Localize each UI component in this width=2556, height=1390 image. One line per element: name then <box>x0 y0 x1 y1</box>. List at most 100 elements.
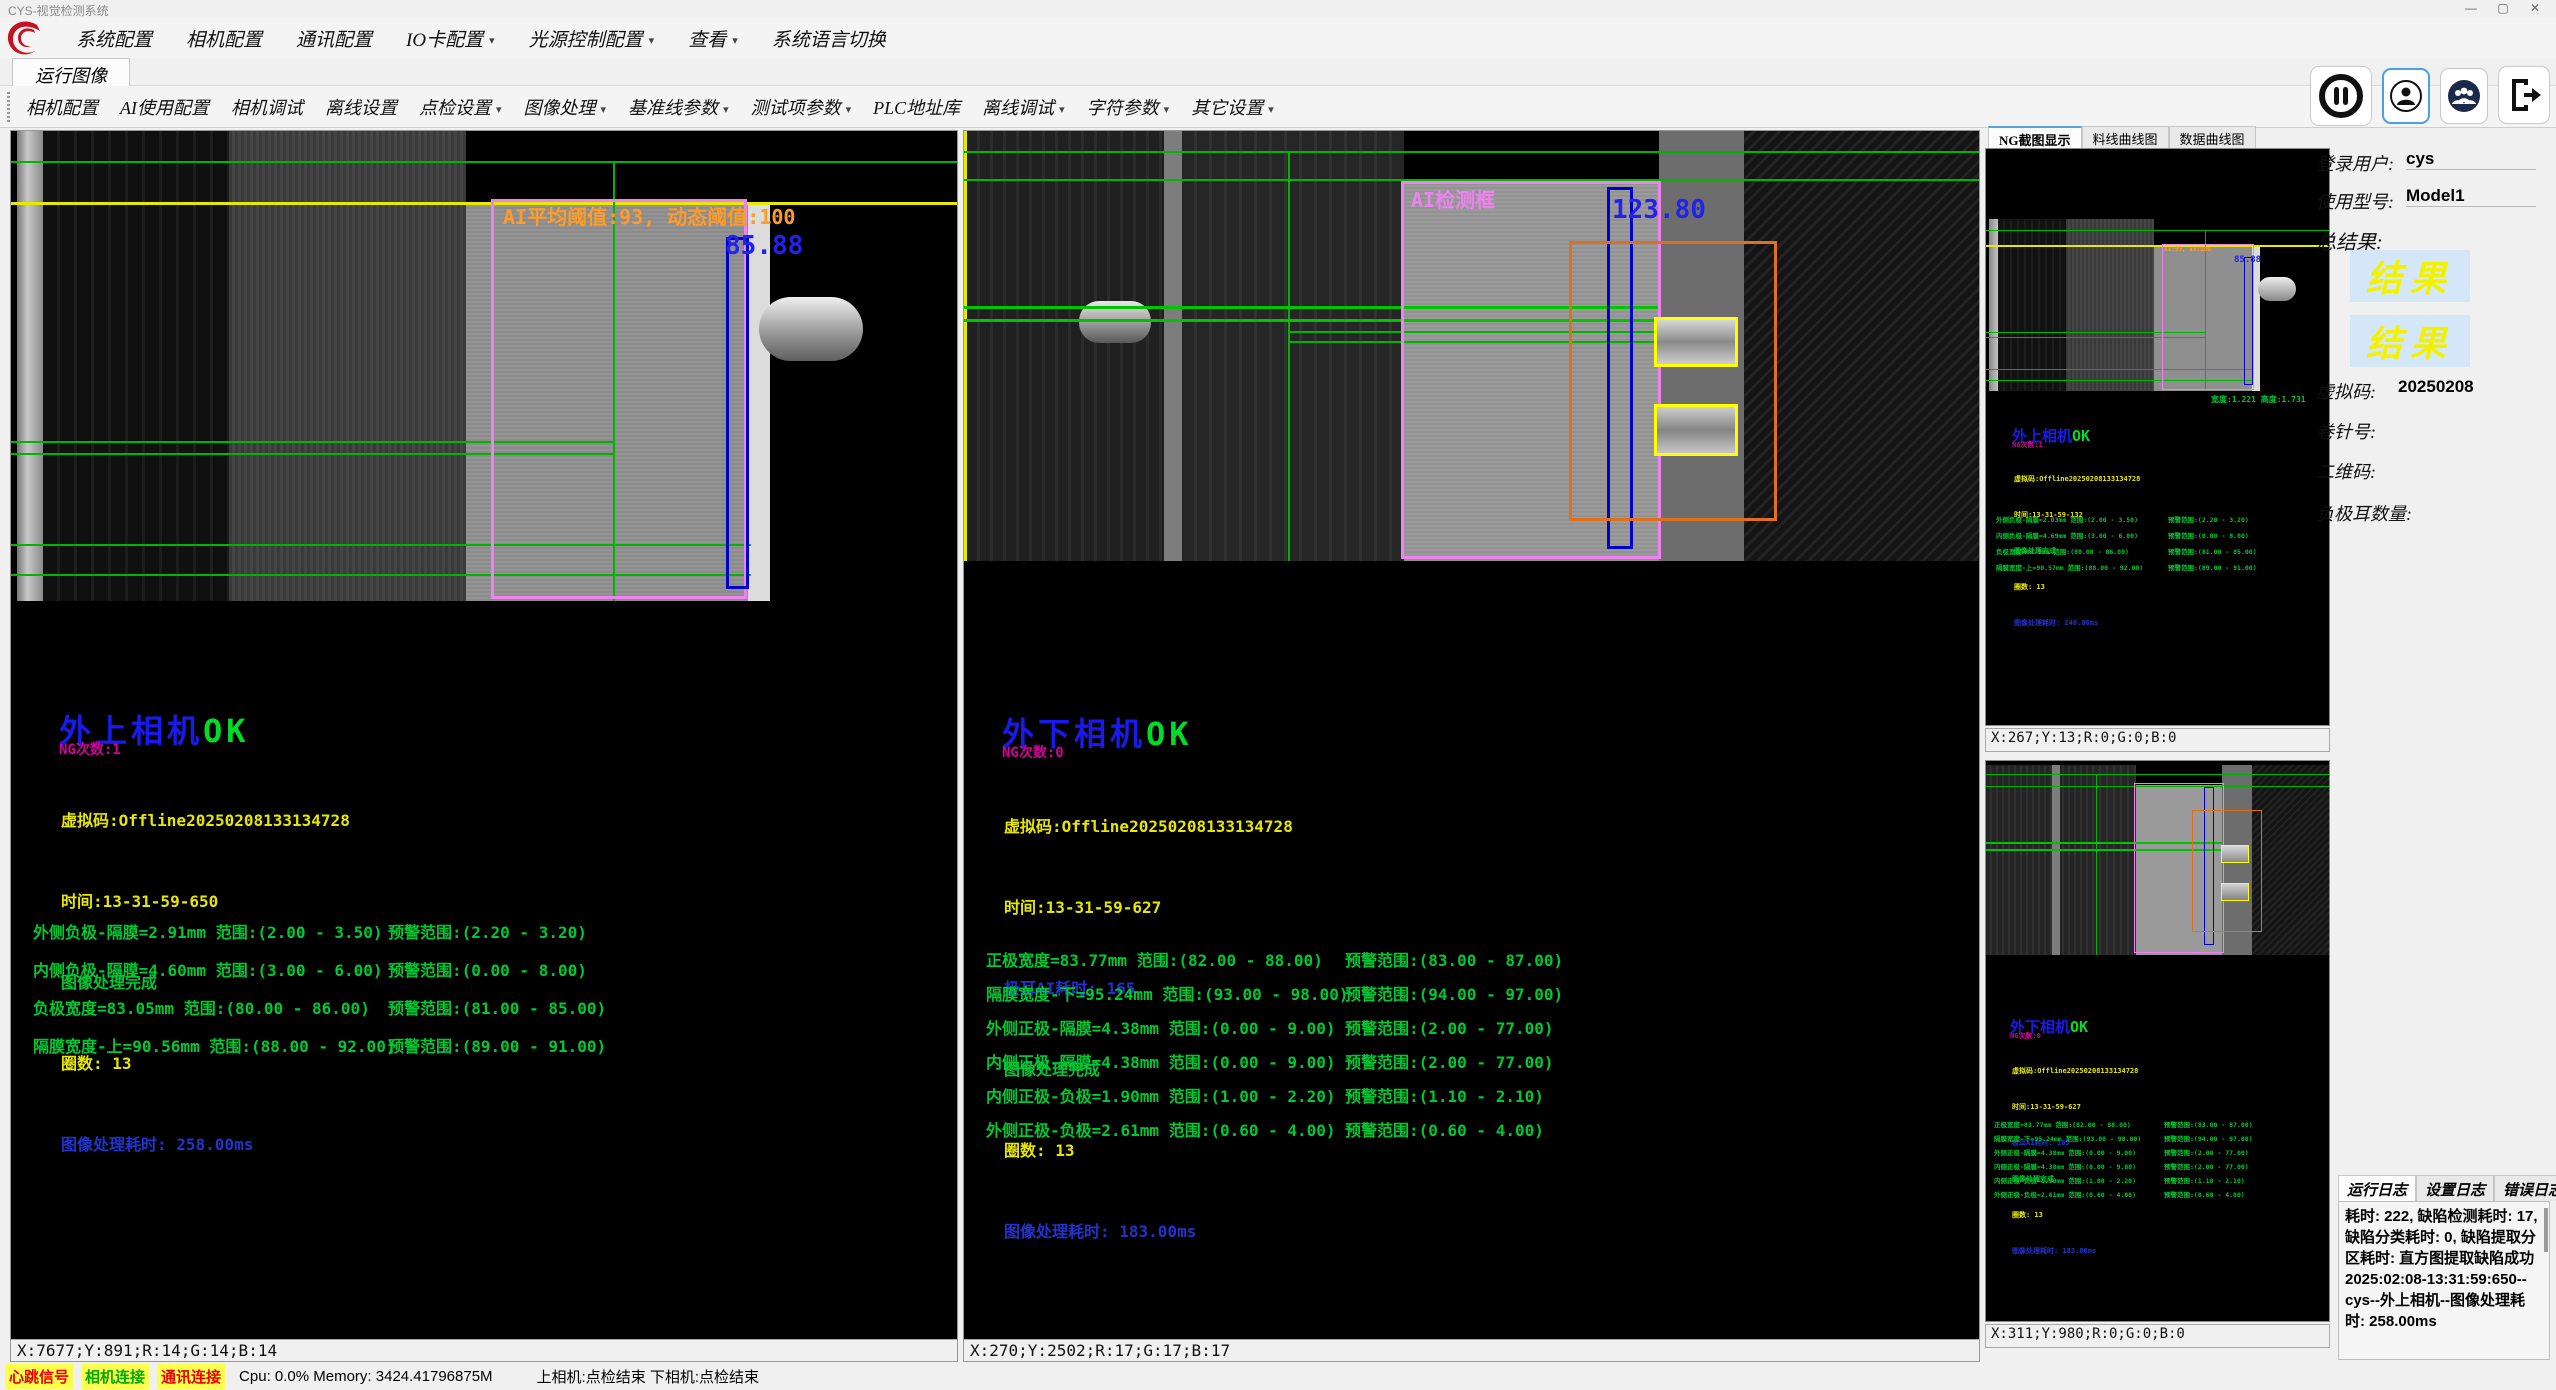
tool-ai-usage-config[interactable]: AI使用配置 <box>120 94 209 120</box>
cpu-memory-status: Cpu: 0.0% Memory: 3424.41796875M <box>239 1368 492 1385</box>
tool-baseline-params[interactable]: 基准线参数 <box>628 94 729 120</box>
tool-test-item-params[interactable]: 测试项参数 <box>751 94 852 120</box>
heartbeat-status-badge: 心跳信号 <box>5 1364 73 1389</box>
tool-char-params[interactable]: 字符参数 <box>1087 94 1170 120</box>
window-title: CYS-视觉检测系统 <box>8 2 109 19</box>
toolbar-grip[interactable] <box>7 92 10 122</box>
chevron-down-icon <box>496 97 502 118</box>
mini-size-text: 宽度:1.221 高度:1.731 <box>2211 394 2306 405</box>
image-region <box>1164 131 1182 561</box>
tab-run-log[interactable]: 运行日志 <box>2338 1175 2416 1201</box>
chevron-down-icon <box>732 28 738 50</box>
mini-overlay-shape <box>2094 765 2136 955</box>
chevron-down-icon <box>601 97 607 118</box>
menu-io-card-config[interactable]: IO卡配置 <box>406 25 495 52</box>
log-tabs: 运行日志 设置日志 错误日志 <box>2338 1175 2556 1201</box>
spot-check-status: 上相机:点检结束 下相机:点检结束 <box>537 1366 760 1387</box>
tool-camera-config[interactable]: 相机配置 <box>26 94 98 120</box>
menu-view[interactable]: 查看 <box>688 25 738 52</box>
mini-overlay-shape <box>2192 810 2262 932</box>
run-log-panel[interactable]: 耗时: 222, 缺陷检测耗时: 17, 缺陷分类耗时: 0, 缺陷提取分区耗时… <box>2338 1201 2550 1360</box>
tool-image-processing[interactable]: 图像处理 <box>524 94 607 120</box>
model-field[interactable]: Model1 <box>2406 186 2536 207</box>
user-button[interactable] <box>2382 68 2430 124</box>
comm-connect-badge: 通讯连接 <box>157 1364 225 1389</box>
close-icon[interactable]: ✕ <box>2520 1 2550 15</box>
guide-line <box>964 151 1979 153</box>
image-region <box>967 131 1164 561</box>
camera2-measurements: 正极宽度=83.77mm 范围:(82.00 - 88.00)预警范围:(83.… <box>986 947 1946 1151</box>
mini-overlay-shape: 85.88 <box>2234 255 2261 265</box>
tool-camera-debug[interactable]: 相机调试 <box>231 94 303 120</box>
mini-overlay-shape <box>2244 257 2253 385</box>
mini-overlay-shape <box>2162 244 2254 390</box>
image-region <box>1744 131 1979 561</box>
tool-offline-debug[interactable]: 离线调试 <box>982 94 1065 120</box>
tool-other-settings[interactable]: 其它设置 <box>1191 94 1274 120</box>
pause-button[interactable] <box>2310 66 2372 126</box>
title-bar: CYS-视觉检测系统 — ▢ ✕ <box>0 0 2556 18</box>
tab-data-curve[interactable]: 数据曲线图 <box>2169 126 2256 148</box>
users-button[interactable] <box>2440 68 2488 124</box>
preview1-coord-bar: X:267;Y:13;R:0;G:0;B:0 <box>1985 728 2330 752</box>
menu-language-switch[interactable]: 系统语言切换 <box>772 25 886 52</box>
mini-overlay-shape <box>1986 230 2330 231</box>
mini-image <box>1986 765 2330 955</box>
exit-button[interactable] <box>2498 66 2550 124</box>
tool-offline-setting[interactable]: 离线设置 <box>325 94 397 120</box>
guide-line <box>964 131 967 561</box>
menu-camera-config[interactable]: 相机配置 <box>186 25 262 52</box>
mini-overlay-shape <box>1986 765 2094 955</box>
detect-box-yellow <box>1654 404 1738 456</box>
camera1-coord-bar: X:7677;Y:891;R:14;G:14;B:14 <box>11 1339 957 1361</box>
log-scrollbar[interactable] <box>2544 1208 2548 1252</box>
image-region <box>748 204 770 601</box>
menu-light-control-config[interactable]: 光源控制配置 <box>529 25 655 52</box>
qr-code-label: 二维码: <box>2316 458 2376 484</box>
preview1[interactable]: ▮▮:93, ▮▮:100 85.88 宽度:1.221 高度:1.731 外上… <box>1985 148 2330 726</box>
login-user-field[interactable]: cys <box>2406 149 2536 170</box>
measure-value-overlay: 85.88 <box>725 231 803 261</box>
tool-spot-check-setting[interactable]: 点检设置 <box>419 94 502 120</box>
menu-system-config[interactable]: 系统配置 <box>76 25 152 52</box>
camera2-panel: AI检测框 123.80 外下相机OK NG次数:0 虚拟码:Offline20… <box>963 130 1980 1362</box>
chevron-down-icon <box>1268 97 1274 118</box>
menu-bar: 系统配置 相机配置 通讯配置 IO卡配置 光源控制配置 查看 系统语言切换 <box>0 18 2556 58</box>
preview2[interactable]: 外下相机OK NG次数:0 虚拟码:Offline202502081331347… <box>1985 760 2330 1322</box>
app-logo-icon <box>4 18 44 58</box>
toolbar: 相机配置 AI使用配置 相机调试 离线设置 点检设置 图像处理 基准线参数 测试… <box>0 86 2556 128</box>
preview-tabs: NG截图显示 料线曲线图 数据曲线图 <box>1988 126 2256 148</box>
minimize-icon[interactable]: — <box>2456 1 2486 15</box>
result-box-2: 结果 <box>2350 315 2470 367</box>
tab-run-image[interactable]: 运行图像 <box>12 58 130 86</box>
run-log-text: 耗时: 222, 缺陷检测耗时: 17, 缺陷分类耗时: 0, 缺陷提取分区耗时… <box>2345 1208 2538 1330</box>
chevron-down-icon <box>489 28 495 50</box>
mini-overlay-shape <box>1986 245 2330 247</box>
mini-image: ▮▮:93, ▮▮:100 85.88 <box>1986 219 2330 391</box>
guide-line <box>1288 151 1290 561</box>
tab-ng-capture[interactable]: NG截图显示 <box>1988 126 2082 148</box>
preview2-coord-bar: X:311;Y:980;R:0;G:0;B:0 <box>1985 1324 2330 1348</box>
menu-comm-config[interactable]: 通讯配置 <box>296 25 372 52</box>
camera1-panel: AI平均阈值:93, 动态阈值:100 85.88 外上相机OK NG次数:1 … <box>10 130 958 1362</box>
result-box-1: 结果 <box>2350 250 2470 302</box>
tool-plc-address-lib[interactable]: PLC地址库 <box>873 94 960 120</box>
image-region <box>1182 131 1404 561</box>
chevron-down-icon <box>649 28 655 50</box>
detect-box-pink <box>491 199 747 599</box>
mini-overlay-shape <box>2221 883 2249 901</box>
exit-door-icon <box>2504 75 2544 115</box>
login-user-label: 登录用户: <box>2316 150 2394 176</box>
camera1-image[interactable]: AI平均阈值:93, 动态阈值:100 85.88 <box>11 131 957 601</box>
detect-box-blue <box>726 237 749 589</box>
tab-error-log[interactable]: 错误日志 <box>2494 1175 2556 1201</box>
maximize-icon[interactable]: ▢ <box>2488 1 2518 15</box>
chevron-down-icon <box>1059 97 1065 118</box>
pause-icon <box>2318 73 2364 119</box>
tab-setting-log[interactable]: 设置日志 <box>2416 1175 2494 1201</box>
guide-line <box>11 161 957 163</box>
status-bar: 心跳信号 相机连接 通讯连接 Cpu: 0.0% Memory: 3424.41… <box>0 1362 2556 1390</box>
tab-material-curve[interactable]: 料线曲线图 <box>2082 126 2169 148</box>
negative-tab-count-label: 负极耳数量: <box>2316 500 2412 526</box>
camera2-image[interactable]: AI检测框 123.80 <box>964 131 1979 561</box>
